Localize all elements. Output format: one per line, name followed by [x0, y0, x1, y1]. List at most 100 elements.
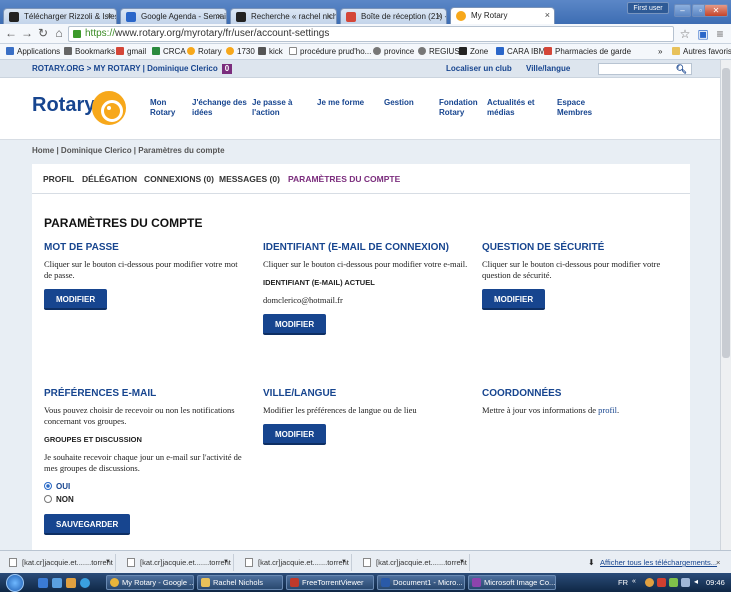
window-close-icon[interactable]: ✕ — [704, 4, 728, 17]
start-button-icon[interactable] — [6, 574, 24, 592]
nav-actualites-medias[interactable]: Actualités et médias — [487, 98, 535, 118]
nav-espace-membres[interactable]: Espace Membres — [557, 98, 592, 118]
section-title: COORDONNÉES — [482, 388, 562, 399]
browser-tab[interactable]: Boîte de réception (21) - d × — [340, 8, 447, 24]
keyboard-language[interactable]: FR — [618, 573, 628, 592]
browser-tab[interactable]: Recherche « rachel nichols × — [230, 8, 337, 24]
show-all-downloads-link[interactable]: Afficher tous les téléchargements... — [600, 554, 717, 571]
notification-badge[interactable]: 0 — [221, 64, 233, 74]
city-language-link[interactable]: Ville/langue — [526, 60, 570, 78]
bookmark-item[interactable]: CARA IBM — [496, 44, 545, 59]
radio-non[interactable]: NON — [44, 495, 254, 504]
radio-selected-icon[interactable] — [44, 482, 52, 490]
ie-icon[interactable] — [80, 578, 90, 588]
scrollbar-thumb[interactable] — [722, 68, 730, 358]
bookmark-item[interactable]: gmail — [116, 44, 146, 59]
quicklaunch-icon[interactable] — [66, 578, 76, 588]
tray-icon[interactable] — [645, 578, 654, 587]
taskbar-item-word[interactable]: Document1 - Micro... — [377, 575, 465, 590]
bookmark-item[interactable]: 1730 — [226, 44, 255, 59]
address-bar[interactable]: https://www.rotary.org/myrotary/fr/user/… — [68, 26, 674, 42]
dropdown-arrow-icon[interactable]: ▼ — [341, 554, 347, 571]
forward-arrow-icon[interactable]: → — [20, 26, 34, 40]
modify-security-button[interactable]: MODIFIER — [482, 289, 546, 310]
tab-delegation[interactable]: DÉLÉGATION — [82, 164, 137, 194]
browser-tab[interactable]: Télécharger Rizzoli & Isles × — [3, 8, 117, 24]
bookmark-item[interactable]: Pharmacies de garde — [544, 44, 631, 59]
find-club-link[interactable]: Localiser un club — [446, 60, 512, 78]
close-icon[interactable]: × — [107, 9, 112, 24]
close-icon[interactable]: × — [545, 8, 550, 23]
nav-je-me-forme[interactable]: Je me forme — [317, 98, 364, 108]
menu-icon[interactable]: ≡ — [713, 27, 727, 41]
profile-badge[interactable]: First user — [627, 2, 669, 14]
bookmark-item[interactable]: REGIUS — [418, 44, 460, 59]
tab-profil[interactable]: PROFIL — [43, 164, 74, 194]
bookmark-item[interactable]: procédure prud'ho... — [289, 44, 371, 59]
download-item[interactable]: [kat.cr]jacquie.et.......torrent ▼ — [122, 554, 234, 571]
network-icon[interactable] — [681, 578, 690, 587]
dropdown-arrow-icon[interactable]: ▼ — [105, 554, 111, 571]
minimize-icon[interactable]: – — [674, 4, 691, 17]
tray-icon[interactable] — [669, 578, 678, 587]
taskbar-item-image-composer[interactable]: Microsoft Image Co... — [468, 575, 556, 590]
tab-connexions[interactable]: CONNEXIONS (0) — [144, 164, 214, 194]
show-desktop-icon[interactable] — [38, 578, 48, 588]
browser-tab[interactable]: Google Agenda - Semaine × — [120, 8, 227, 24]
site-search-input[interactable]: 🔍︎ — [598, 63, 692, 75]
home-icon[interactable]: ⌂ — [52, 26, 66, 40]
profile-link[interactable]: profil — [598, 405, 617, 415]
close-icon[interactable]: × — [716, 554, 720, 571]
file-icon — [245, 558, 253, 567]
clock[interactable]: 09:46 — [706, 573, 725, 592]
taskbar-item-chrome[interactable]: My Rotary - Google ... — [106, 575, 194, 590]
quicklaunch-icon[interactable] — [52, 578, 62, 588]
tray-icon[interactable] — [657, 578, 666, 587]
section-title: VILLE/LANGUE — [263, 388, 337, 399]
bookmark-item[interactable]: kick — [258, 44, 283, 59]
back-arrow-icon[interactable]: ← — [4, 26, 18, 40]
bookmark-apps[interactable]: Applications — [6, 44, 60, 59]
browser-tab-active[interactable]: My Rotary × — [450, 7, 555, 24]
search-icon[interactable]: 🔍︎ — [676, 63, 687, 75]
tab-messages[interactable]: MESSAGES (0) — [219, 164, 280, 194]
bookmark-item[interactable]: CRCA — [152, 44, 186, 59]
nav-echange-idees[interactable]: J'échange des idées — [192, 98, 247, 118]
nav-mon-rotary[interactable]: Mon Rotary — [150, 98, 175, 118]
modify-email-button[interactable]: MODIFIER — [263, 314, 327, 335]
radio-unselected-icon[interactable] — [44, 495, 52, 503]
page-scrollbar[interactable] — [720, 60, 731, 550]
bookmark-item[interactable]: Rotary — [187, 44, 222, 59]
download-item[interactable]: [kat.cr]jacquie.et.......torrent ▼ — [4, 554, 116, 571]
bookmarks-overflow-icon[interactable]: » — [658, 44, 662, 59]
taskbar-item-folder[interactable]: Rachel Nichols — [197, 575, 283, 590]
reload-icon[interactable]: ↻ — [36, 26, 50, 40]
taskbar-item-torrentviewer[interactable]: FreeTorrentViewer — [286, 575, 374, 590]
dropdown-arrow-icon[interactable]: ▼ — [459, 554, 465, 571]
nav-gestion[interactable]: Gestion — [384, 98, 414, 108]
volume-icon[interactable]: ◂ — [694, 577, 698, 586]
nav-passe-action[interactable]: Je passe à l'action — [252, 98, 292, 118]
nav-fondation-rotary[interactable]: Fondation Rotary — [439, 98, 478, 118]
tab-parametres[interactable]: PARAMÈTRES DU COMPTE — [288, 164, 400, 194]
dropdown-arrow-icon[interactable]: ▼ — [223, 554, 229, 571]
download-item[interactable]: [kat.cr]jacquie.et.......torrent ▼ — [358, 554, 470, 571]
download-item[interactable]: [kat.cr]jacquie.et.......torrent ▼ — [240, 554, 352, 571]
save-button[interactable]: SAUVEGARDER — [44, 514, 131, 535]
rotary-wheel-logo-icon[interactable] — [92, 91, 126, 125]
modify-password-button[interactable]: MODIFIER — [44, 289, 108, 310]
other-bookmarks[interactable]: Autres favoris — [672, 44, 731, 59]
bookmark-item[interactable]: province — [373, 44, 414, 59]
close-icon[interactable]: × — [437, 9, 442, 24]
bookmark-item[interactable]: Zone — [459, 44, 488, 59]
bookmark-item[interactable]: Bookmarks — [64, 44, 115, 59]
extension-icon[interactable]: ▣ — [696, 27, 710, 41]
modify-city-language-button[interactable]: MODIFIER — [263, 424, 327, 445]
radio-oui[interactable]: OUI — [44, 482, 254, 491]
page-breadcrumb[interactable]: Home | Dominique Clerico | Paramètres du… — [32, 146, 225, 155]
tray-expand-icon[interactable]: « — [632, 578, 636, 585]
close-icon[interactable]: × — [217, 9, 222, 24]
close-icon[interactable]: × — [327, 9, 332, 24]
rotary-logo-text[interactable]: Rotary — [32, 94, 95, 117]
star-icon[interactable]: ☆ — [678, 27, 692, 41]
